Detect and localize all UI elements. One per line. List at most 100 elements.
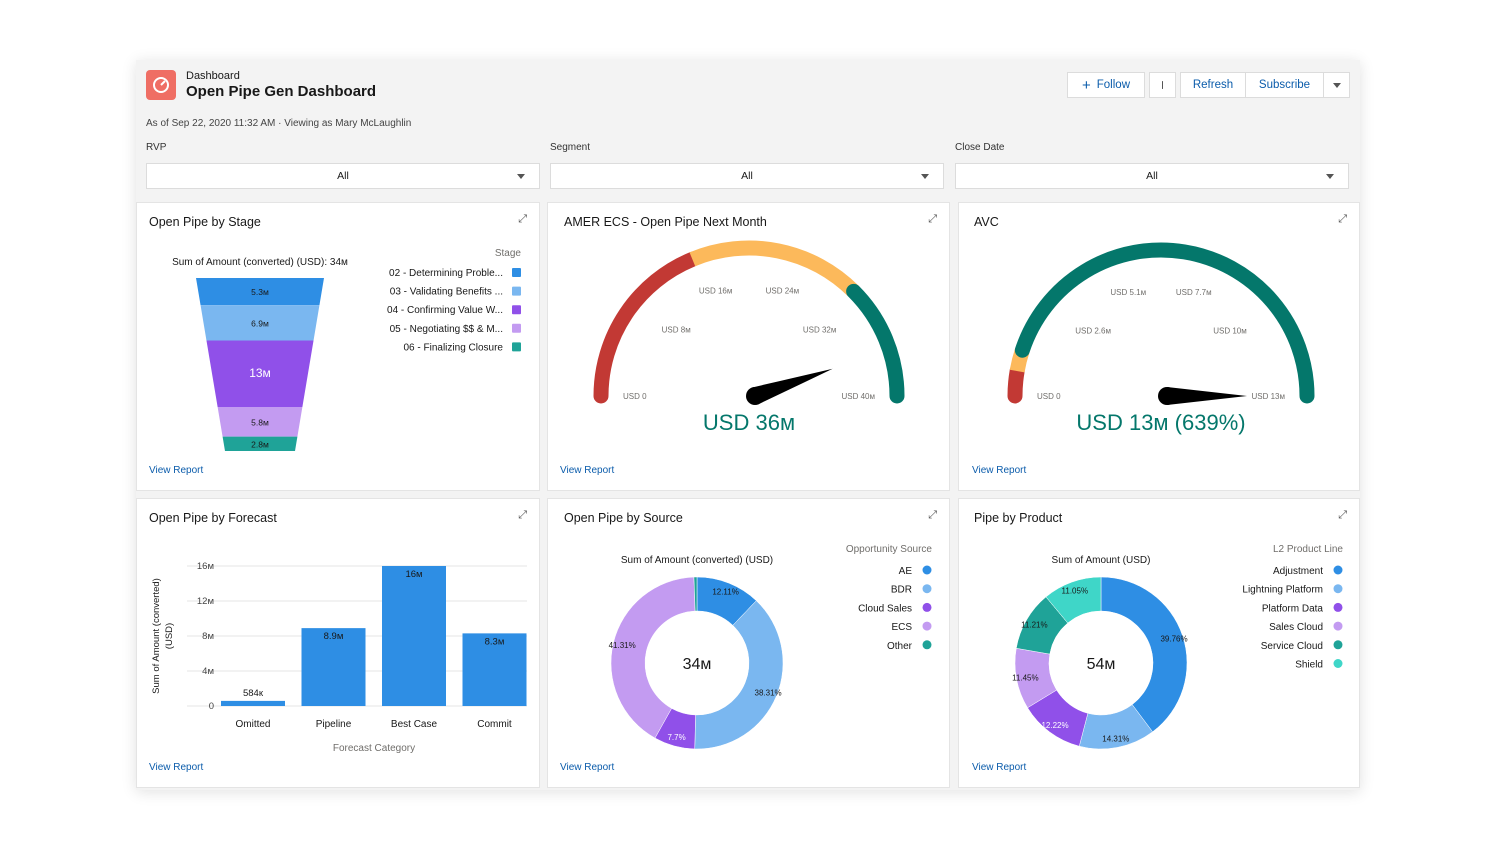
x-tick-label: Omitted bbox=[235, 719, 270, 730]
legend-swatch bbox=[922, 602, 932, 612]
panel-open-pipe-by-stage: Open Pipe by Stage ⤢ View Report Sum of … bbox=[136, 202, 540, 491]
donut-slice bbox=[1100, 576, 1188, 733]
legend-title: L2 Product Line bbox=[1273, 544, 1343, 555]
donut-data-label: 12.22% bbox=[1041, 721, 1068, 730]
legend-item-label: 05 - Negotiating $$ & M... bbox=[390, 324, 503, 335]
page-title: Open Pipe Gen Dashboard bbox=[186, 83, 377, 100]
donut-chart: Sum of Amount (USD) L2 Product Line 39.76%… bbox=[1012, 544, 1343, 750]
legend-swatch bbox=[1333, 640, 1343, 650]
filter-segment-select[interactable]: All bbox=[550, 163, 944, 189]
y-tick-label: 12м bbox=[197, 596, 214, 607]
gauge-needle bbox=[1167, 387, 1247, 405]
legend-swatch bbox=[1333, 602, 1343, 612]
gauge-tick-label: USD 0 bbox=[623, 392, 647, 401]
legend-item-label: Platform Data bbox=[1262, 603, 1324, 614]
dashboard-meta: As of Sep 22, 2020 11:32 AM · Viewing as… bbox=[146, 118, 412, 129]
legend-swatch bbox=[1333, 621, 1343, 631]
legend-item-label: 02 - Determining Proble... bbox=[389, 268, 503, 279]
donut-data-label: 41.31% bbox=[609, 641, 636, 650]
donut-data-label: 11.45% bbox=[1012, 673, 1039, 682]
gauge-chart: USD 0 USD 8м USD 16м USD 24м USD 32м USD 40м U… bbox=[593, 240, 905, 435]
legend-swatch bbox=[922, 621, 932, 631]
legend-swatch bbox=[512, 305, 521, 315]
gauge-needle-hub bbox=[1158, 387, 1176, 405]
legend-swatch bbox=[1333, 659, 1343, 668]
donut-data-label: 39.76% bbox=[1160, 635, 1187, 644]
funnel-label: 6.9м bbox=[251, 318, 269, 328]
donut-slice bbox=[694, 600, 784, 750]
share-icon bbox=[1162, 81, 1163, 89]
gauge-chart: USD 0 USD 2.6м USD 5.1м USD 7.7м USD 10м USD … bbox=[1007, 242, 1315, 435]
bar-data-label: 584к bbox=[243, 688, 264, 699]
panel-amer-ecs-gauge: AMER ECS - Open Pipe Next Month ⤢ View R… bbox=[547, 202, 950, 491]
chart-subtitle: Sum of Amount (USD) bbox=[1052, 555, 1151, 566]
legend-item-label: Adjustment bbox=[1273, 566, 1323, 577]
funnel-chart: Sum of Amount (converted) (USD): 34м Stag… bbox=[172, 248, 522, 451]
object-type: Dashboard bbox=[186, 70, 240, 82]
plus-icon: + bbox=[1082, 76, 1091, 94]
chevron-down-icon bbox=[1332, 82, 1341, 88]
legend-item-label: Service Cloud bbox=[1261, 641, 1323, 652]
filter-label-rvp: RVP bbox=[146, 142, 167, 153]
filter-label-close-date: Close Date bbox=[955, 142, 1005, 153]
legend-swatch bbox=[512, 342, 521, 352]
y-tick-label: 16м bbox=[197, 561, 214, 572]
legend-swatch bbox=[922, 640, 932, 650]
bar-data-label: 16м bbox=[405, 569, 422, 580]
donut-data-label: 7.7% bbox=[667, 733, 685, 742]
legend-item-label: 04 - Confirming Value W... bbox=[387, 305, 503, 316]
y-tick-label: 4м bbox=[202, 666, 214, 677]
panel-pipe-by-product: Pipe by Product ⤢ View Report Sum of Amo… bbox=[958, 498, 1360, 788]
bar-data-label: 8.9м bbox=[324, 631, 344, 642]
filter-close-date-select[interactable]: All bbox=[955, 163, 1349, 189]
gauge-tick-label: USD 10м bbox=[1213, 327, 1247, 336]
legend-swatch bbox=[922, 565, 932, 575]
gauge-tick-label: USD 16м bbox=[699, 286, 733, 295]
gauge-band bbox=[689, 240, 859, 297]
dashboard-gauge-icon bbox=[146, 70, 176, 100]
gauge-tick-label: USD 2.6м bbox=[1075, 327, 1111, 336]
y-axis-label: Sum of Amount (converted) (USD) bbox=[151, 578, 175, 694]
legend-swatch bbox=[512, 323, 521, 333]
gauge-tick-label: USD 32м bbox=[803, 326, 837, 335]
bar-data-label: 8.3м bbox=[485, 636, 505, 647]
filter-label-segment: Segment bbox=[550, 142, 591, 153]
x-tick-label: Commit bbox=[477, 719, 512, 730]
refresh-button[interactable]: Refresh bbox=[1180, 72, 1246, 98]
gauge-tick-label: USD 7.7м bbox=[1176, 288, 1212, 297]
donut-data-label: 38.31% bbox=[755, 689, 782, 698]
x-tick-label: Pipeline bbox=[316, 719, 352, 730]
share-button[interactable] bbox=[1149, 72, 1176, 98]
legend-item-label: 06 - Finalizing Closure bbox=[404, 342, 504, 353]
follow-button[interactable]: + Follow bbox=[1067, 72, 1145, 98]
gauge-value-label: USD 36м bbox=[703, 410, 795, 435]
gauge-tick-label: USD 13м bbox=[1251, 392, 1285, 401]
legend-swatch bbox=[512, 286, 521, 296]
more-actions-button[interactable] bbox=[1324, 72, 1350, 98]
panel-avc-gauge: AVC ⤢ View Report USD 0 USD 2.6м USD 5.1м U… bbox=[958, 202, 1360, 491]
gauge-tick-label: USD 40м bbox=[841, 392, 875, 401]
funnel-label: 13м bbox=[249, 366, 271, 380]
gauge-tick-label: USD 8м bbox=[662, 326, 691, 335]
y-axis-label-line: (USD) bbox=[164, 623, 175, 649]
gauge-band bbox=[1007, 363, 1025, 404]
subscribe-button[interactable]: Subscribe bbox=[1246, 72, 1324, 98]
y-axis-label-line: Sum of Amount (converted) bbox=[151, 578, 162, 694]
legend-swatch bbox=[1333, 565, 1343, 575]
legend-item-label: Shield bbox=[1295, 660, 1323, 671]
donut-data-label: 11.21% bbox=[1021, 620, 1048, 629]
filter-rvp-select[interactable]: All bbox=[146, 163, 540, 189]
donut-data-label: 11.05% bbox=[1062, 587, 1089, 596]
legend-item-label: ECS bbox=[891, 622, 912, 633]
legend-item-label: Lightning Platform bbox=[1242, 585, 1323, 596]
legend-title: Stage bbox=[495, 248, 522, 259]
legend-item-label: Cloud Sales bbox=[858, 603, 912, 614]
panel-open-pipe-by-forecast: Open Pipe by Forecast ⤢ View Report 0 4м 8… bbox=[136, 498, 540, 788]
legend-item-label: Other bbox=[887, 641, 913, 652]
gauge-tick-label: USD 0 bbox=[1037, 392, 1061, 401]
bar bbox=[382, 566, 446, 706]
chevron-down-icon bbox=[921, 174, 929, 179]
gauge-value-label: USD 13м (639%) bbox=[1076, 410, 1245, 435]
legend-item-label: 03 - Validating Benefits ... bbox=[390, 287, 503, 298]
legend-swatch bbox=[512, 268, 521, 277]
